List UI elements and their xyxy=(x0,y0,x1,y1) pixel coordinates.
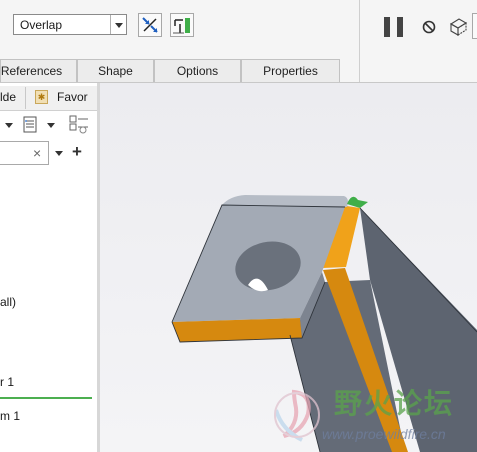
ribbon-separator xyxy=(359,0,360,82)
intersection-mode-value: Overlap xyxy=(20,18,63,32)
tree-settings-icon[interactable] xyxy=(22,116,40,134)
watermark-title: 野火论坛 xyxy=(334,387,455,420)
tree-item-label: m 1 xyxy=(0,409,21,423)
tab-options-label: Options xyxy=(176,64,219,78)
tree-item-label: r 1 xyxy=(0,375,15,389)
tree-search-input[interactable]: × xyxy=(0,141,49,165)
intersection-mode-select[interactable]: Overlap xyxy=(13,14,127,35)
tree-item-label: all) xyxy=(0,295,17,309)
favorites-star-icon: ✱ xyxy=(35,90,48,104)
show-options-icon[interactable] xyxy=(68,115,90,135)
tree-item[interactable]: m 1 xyxy=(0,409,20,423)
tab-favorites[interactable]: Favor xyxy=(57,90,88,104)
watermark-url: www.proewildfire.cn xyxy=(322,426,446,442)
tab-references-label: References xyxy=(0,64,63,78)
tab-shape[interactable]: Shape xyxy=(77,59,154,82)
tab-folder-browser[interactable]: lde xyxy=(0,90,20,106)
watermark: 野火论坛 www.proewildfire.cn xyxy=(262,380,472,450)
graphics-window[interactable]: 野火论坛 www.proewildfire.cn xyxy=(100,83,477,452)
tab-references[interactable]: References xyxy=(0,59,77,82)
tab-shape-label: Shape xyxy=(98,64,133,78)
tab-folder-browser-label: lde xyxy=(0,90,17,104)
tab-properties[interactable]: Properties xyxy=(241,59,340,82)
add-filter-icon[interactable]: + xyxy=(72,142,82,162)
pause-icon[interactable] xyxy=(384,17,390,37)
tab-properties-label: Properties xyxy=(263,64,318,78)
tab-options[interactable]: Options xyxy=(154,59,241,82)
no-preview-icon[interactable] xyxy=(421,19,437,35)
chevron-down-icon[interactable] xyxy=(4,120,14,130)
tab-divider xyxy=(25,87,26,109)
preview-geometry-icon[interactable] xyxy=(447,15,469,37)
chevron-down-icon[interactable] xyxy=(46,120,56,130)
chevron-down-icon[interactable] xyxy=(110,15,126,34)
flip-direction-icon xyxy=(142,17,158,33)
flip-direction-button[interactable] xyxy=(138,13,162,37)
pause-icon-bar xyxy=(397,17,403,37)
chevron-down-icon[interactable] xyxy=(54,148,64,158)
apply-button-edge[interactable] xyxy=(472,13,477,39)
insert-here-marker[interactable] xyxy=(0,397,92,399)
thicken-side-icon xyxy=(173,18,190,34)
thicken-side-button[interactable] xyxy=(170,13,194,37)
selection-edge xyxy=(347,196,368,208)
tab-favorites-label: Favor xyxy=(57,90,88,104)
tree-item[interactable]: r 1 xyxy=(0,375,14,389)
close-icon[interactable]: × xyxy=(33,145,41,161)
tree-item[interactable]: all) xyxy=(0,295,16,309)
